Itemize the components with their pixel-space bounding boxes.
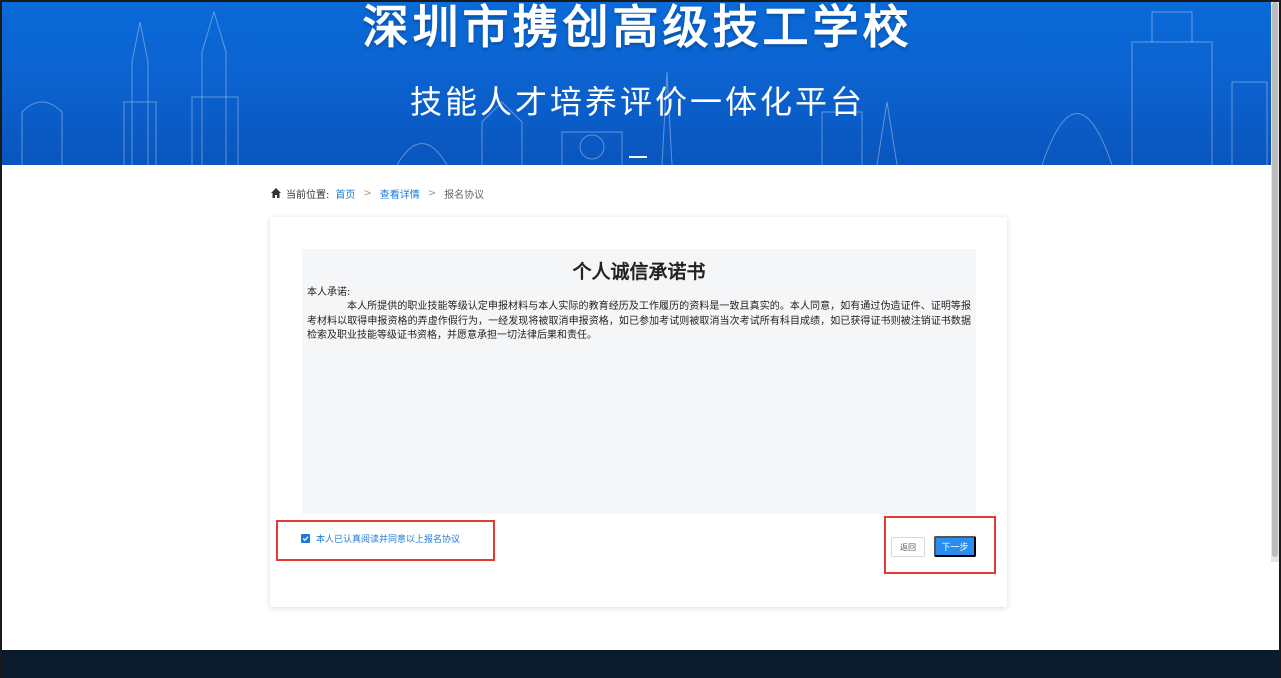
next-step-button[interactable]: 下一步 [934,536,976,557]
banner-subtitle: 技能人才培养评价一体化平台 [409,83,865,121]
agreement-checkbox-row[interactable]: 本人已认真阅读并同意以上报名协议 [301,532,460,545]
page-scrollbar[interactable] [1271,2,1279,562]
document-lead: 本人承诺: [307,287,351,298]
breadcrumb-current: 报名协议 [444,189,485,201]
breadcrumb-home-link[interactable]: 首页 [335,186,355,201]
header-banner: 深圳市携创高级技工学校 技能人才培养评价一体化平台 [2,2,1273,165]
breadcrumb-prefix: 当前位置: [286,189,330,201]
page-footer [2,650,1279,678]
agreement-card: 个人诚信承诺书 本人承诺: 本人所提供的职业技能等级认定申报材料与本人实际的教育… [270,217,1007,607]
banner-divider [629,156,647,158]
home-icon [271,188,281,198]
breadcrumb: 当前位置: 首页 > 查看详情 > 报名协议 [270,185,484,201]
breadcrumb-detail-link[interactable]: 查看详情 [380,186,420,201]
banner-title: 深圳市携创高级技工学校 [362,2,913,54]
scrollbar-thumb[interactable] [1272,2,1278,557]
check-icon [302,536,309,542]
document-body: 本人所提供的职业技能等级认定申报材料与本人实际的教育经历及工作履历的资料是一致且… [307,301,971,341]
back-button[interactable]: 返回 [891,537,925,557]
document-title: 个人诚信承诺书 [572,261,706,283]
breadcrumb-separator: > [427,187,437,199]
agreement-checkbox[interactable] [301,534,310,543]
agreement-document: 个人诚信承诺书 本人承诺: 本人所提供的职业技能等级认定申报材料与本人实际的教育… [302,249,976,514]
agreement-label: 本人已认真阅读并同意以上报名协议 [316,535,461,545]
breadcrumb-separator: > [363,187,372,199]
